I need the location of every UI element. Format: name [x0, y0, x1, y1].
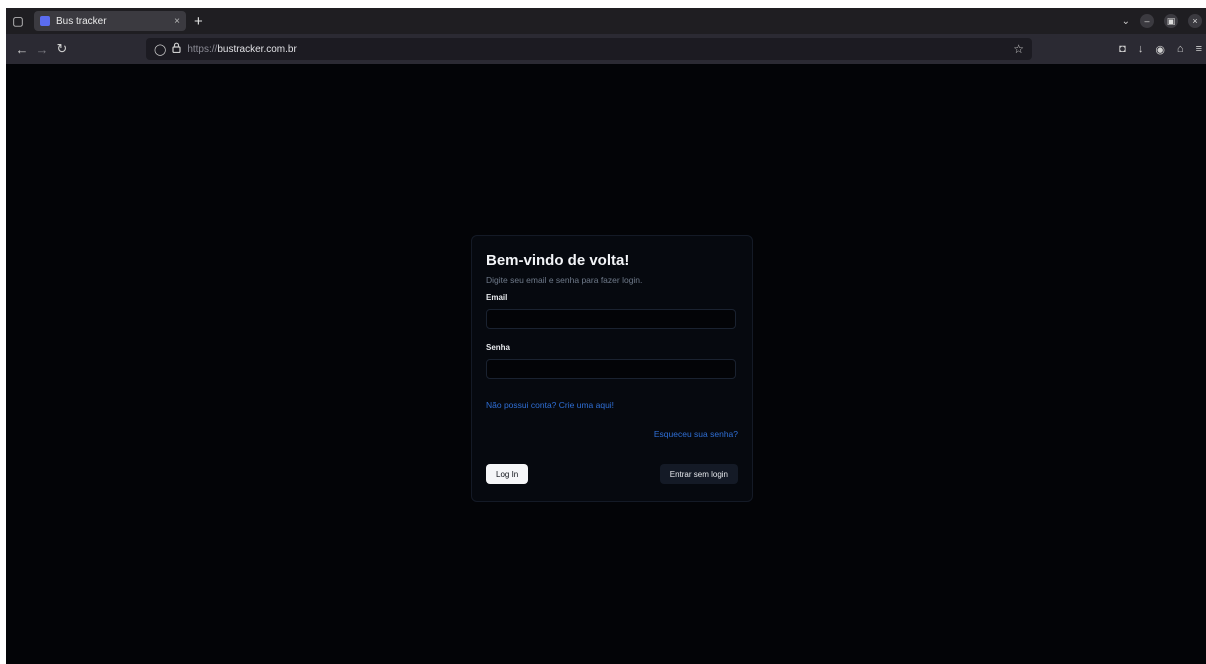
password-label: Senha [486, 343, 511, 352]
forward-icon[interactable]: → [32, 42, 52, 57]
login-card: Bem-vindo de volta! Digite seu email e s… [471, 235, 753, 502]
window-controls: ⌄ – ▣ × [1122, 8, 1202, 34]
tab-title: Bus tracker [56, 15, 107, 27]
menu-icon[interactable]: ≡ [1196, 43, 1202, 55]
extensions-icon[interactable]: ⌂ [1177, 43, 1184, 55]
url-scheme: https:// [187, 43, 218, 55]
login-button[interactable]: Log In [486, 464, 529, 484]
email-field[interactable] [486, 309, 736, 329]
email-label: Email [486, 293, 508, 302]
pocket-icon[interactable]: ◘ [1119, 43, 1126, 55]
tracking-shield-icon[interactable]: ◯ [154, 43, 166, 56]
toolbar-right: ◘ ↓ ◉ ⌂ ≡ [1119, 34, 1202, 64]
address-bar[interactable]: ◯ https:// bustracker.com.br ☆ [146, 38, 1032, 60]
lock-icon[interactable] [172, 42, 181, 56]
forgot-password-link[interactable]: Esqueceu sua senha? [486, 429, 738, 439]
guest-login-button[interactable]: Entrar sem login [659, 464, 738, 484]
account-icon[interactable]: ◉ [1155, 43, 1165, 56]
tab-bus-tracker[interactable]: Bus tracker × [34, 11, 186, 31]
login-title: Bem-vindo de volta! [486, 252, 630, 269]
bus-favicon-icon [40, 16, 50, 26]
login-actions: Log In Entrar sem login [486, 464, 738, 484]
page-content: Bem-vindo de volta! Digite seu email e s… [6, 64, 1206, 664]
tab-overview-icon[interactable]: ▢ [6, 8, 30, 34]
tab-close-icon[interactable]: × [174, 16, 180, 27]
signup-link[interactable]: Não possui conta? Crie uma aqui! [486, 400, 738, 410]
bookmark-star-icon[interactable]: ☆ [1013, 42, 1024, 56]
close-window-icon[interactable]: × [1188, 14, 1202, 28]
new-tab-button[interactable]: + [194, 13, 203, 30]
maximize-icon[interactable]: ▣ [1164, 14, 1178, 28]
tabs-list-icon[interactable]: ⌄ [1122, 16, 1130, 27]
navigation-bar: ← → ↻ ◯ https:// bustracker.com.br ☆ ◘ ↓… [6, 34, 1206, 64]
url-host: bustracker.com.br [217, 43, 297, 55]
reload-icon[interactable]: ↻ [52, 41, 72, 57]
password-field[interactable] [486, 359, 736, 379]
minimize-icon[interactable]: – [1140, 14, 1154, 28]
back-icon[interactable]: ← [12, 42, 32, 57]
tab-strip: ▢ Bus tracker × + ⌄ – ▣ × [6, 8, 1206, 34]
download-icon[interactable]: ↓ [1138, 43, 1144, 55]
login-description: Digite seu email e senha para fazer logi… [486, 275, 643, 285]
browser-window: ▢ Bus tracker × + ⌄ – ▣ × ← → ↻ ◯ https:… [6, 8, 1206, 664]
